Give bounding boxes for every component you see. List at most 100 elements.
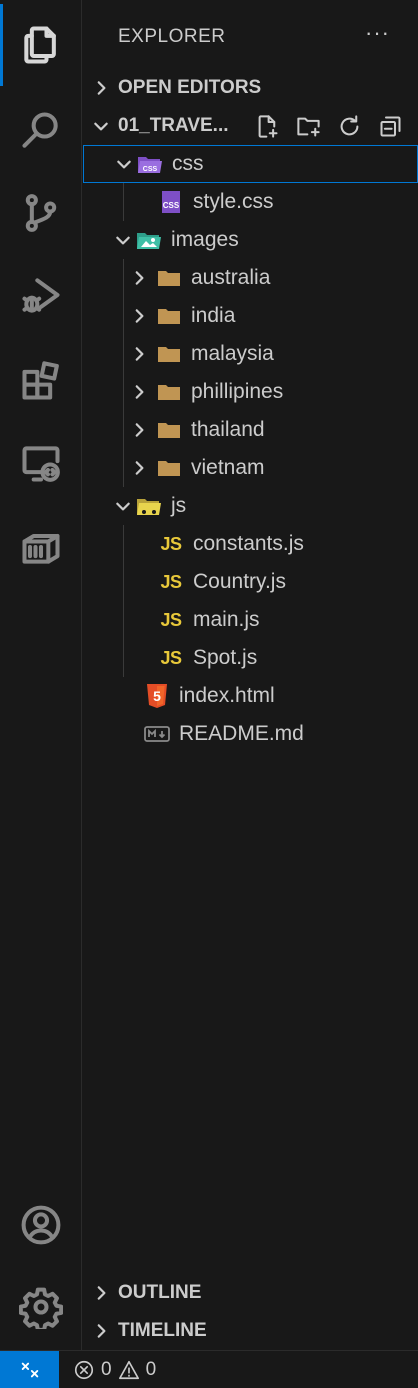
tree-item-india-folder[interactable]: india [83,297,418,335]
containers-activity[interactable] [0,506,82,588]
error-icon [74,1360,94,1379]
source-control-activity[interactable] [0,172,82,254]
tree-item-australia-folder[interactable]: australia [83,259,418,297]
tree-item-label: thailand [191,418,265,441]
extensions-activity[interactable] [0,340,82,422]
run-debug-icon [22,278,60,313]
folder-icon [155,340,183,368]
chevron-right-icon [127,459,151,477]
css-file-icon: CSS [157,188,185,216]
tree-item-label: images [171,228,239,251]
account-icon [21,1205,61,1245]
tree-item-js-folder[interactable]: js [83,487,418,525]
activity-bar [0,0,82,1350]
manage-activity[interactable] [0,1266,82,1348]
html5-icon: 5 [143,682,171,710]
tree-item-main-js[interactable]: JS main.js [83,601,418,639]
tree-item-constants-js[interactable]: JS constants.js [83,525,418,563]
chevron-right-icon [127,421,151,439]
chevron-right-icon [127,307,151,325]
explorer-activity[interactable] [0,4,82,86]
explorer-title: EXPLORER [118,26,226,47]
tree-item-label: australia [191,266,271,289]
tree-item-label: Country.js [193,570,286,593]
chevron-down-icon [112,155,136,173]
search-icon [22,112,58,148]
tree-item-phillipines-folder[interactable]: phillipines [83,373,418,411]
tree-item-images-folder[interactable]: images [83,221,418,259]
problems-indicator[interactable]: 0 0 [73,1359,156,1381]
tree-item-vietnam-folder[interactable]: vietnam [83,449,418,487]
folder-icon [155,454,183,482]
chevron-down-icon [111,231,135,249]
outline-label: OUTLINE [118,1282,202,1303]
js-folder-icon [135,492,163,520]
tree-item-css-folder[interactable]: CSS css [83,145,418,183]
workspace-section[interactable]: 01_TRAVE... [83,107,418,145]
timeline-label: TIMELINE [118,1320,207,1341]
tree-item-spot-js[interactable]: JS Spot.js [83,639,418,677]
folder-icon [155,378,183,406]
container-icon [22,533,60,564]
tree-item-label: js [171,494,187,517]
new-folder-icon[interactable] [295,113,322,140]
accounts-activity[interactable] [0,1184,82,1266]
tree-item-country-js[interactable]: JS Country.js [83,563,418,601]
workspace-actions [254,107,404,145]
folder-icon [155,302,183,330]
chevron-right-icon [127,269,151,287]
new-file-icon[interactable] [254,113,281,140]
js-file-icon: JS [160,609,182,630]
error-count: 0 [101,1358,112,1380]
tree-item-malaysia-folder[interactable]: malaysia [83,335,418,373]
collapse-all-icon[interactable] [377,113,404,140]
more-actions-button[interactable]: ··· [365,20,390,46]
timeline-section[interactable]: TIMELINE [83,1312,418,1350]
tree-item-label: Spot.js [193,646,258,669]
svg-text:CSS: CSS [143,166,158,173]
tree-item-label: malaysia [191,342,274,365]
chevron-right-icon [83,1322,118,1340]
tree-item-thailand-folder[interactable]: thailand [83,411,418,449]
source-control-icon [25,194,57,232]
refresh-icon[interactable] [336,113,363,140]
remote-explorer-activity[interactable] [0,422,82,504]
tree-item-readme-md[interactable]: README.md [83,715,418,753]
chevron-right-icon [83,1284,118,1302]
remote-indicator-button[interactable] [0,1350,59,1388]
tree-item-label: README.md [179,722,304,745]
run-debug-activity[interactable] [0,254,82,336]
open-editors-label: OPEN EDITORS [118,77,262,98]
markdown-icon [143,720,171,748]
tree-item-style-css[interactable]: CSS style.css [83,183,418,221]
explorer-sidebar: EXPLORER ··· OPEN EDITORS 01_TRAVE... CS… [83,0,418,1350]
tree-item-index-html[interactable]: 5 index.html [83,677,418,715]
tree-item-label: main.js [193,608,260,631]
tree-item-label: phillipines [191,380,284,403]
chevron-down-icon [111,497,135,515]
tree-item-label: css [172,152,204,175]
tree-item-label: index.html [179,684,275,707]
remote-icon [21,1362,38,1377]
warning-icon [118,1360,139,1379]
outline-section[interactable]: OUTLINE [83,1274,418,1312]
workspace-label: 01_TRAVE... [118,115,229,136]
svg-text:CSS: CSS [163,201,180,210]
tree-item-label: india [191,304,236,327]
open-editors-section[interactable]: OPEN EDITORS [83,69,418,107]
js-file-icon: JS [160,571,182,592]
css-folder-icon: CSS [136,150,164,178]
tree-item-label: vietnam [191,456,265,479]
chevron-right-icon [127,383,151,401]
extensions-icon [22,361,59,400]
remote-explorer-icon [22,446,60,482]
svg-text:5: 5 [153,688,161,704]
gear-icon [19,1287,63,1329]
tree-item-label: style.css [193,190,274,213]
js-file-icon: JS [160,533,182,554]
status-bar: 0 0 [0,1350,418,1388]
warning-count: 0 [145,1358,157,1380]
search-activity[interactable] [0,90,82,172]
folder-icon [155,416,183,444]
js-file-icon: JS [160,647,182,668]
